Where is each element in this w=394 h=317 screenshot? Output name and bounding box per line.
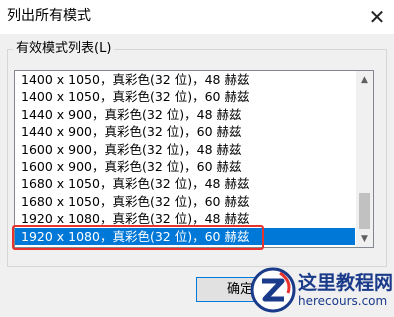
list-item[interactable]: 1440 x 900，真彩色(32 位)，48 赫兹 bbox=[15, 106, 355, 123]
z-logo-icon bbox=[250, 267, 296, 313]
list-item[interactable]: 1440 x 900，真彩色(32 位)，60 赫兹 bbox=[15, 123, 355, 140]
list-item[interactable]: 1920 x 1080，真彩色(32 位)，48 赫兹 bbox=[15, 210, 355, 227]
scroll-down-icon[interactable]: ▼ bbox=[356, 230, 373, 247]
valid-modes-label: 有效模式列表(L) bbox=[13, 40, 115, 58]
modes-listbox[interactable]: 1400 x 1050，真彩色(32 位)，48 赫兹 1400 x 1050，真… bbox=[14, 70, 374, 248]
site-watermark: 这里教程网 herecours.com bbox=[250, 264, 392, 316]
scroll-thumb[interactable] bbox=[359, 193, 370, 229]
vertical-scrollbar[interactable]: ▲ ▼ bbox=[356, 71, 373, 247]
list-item[interactable]: 1400 x 1050，真彩色(32 位)，48 赫兹 bbox=[15, 71, 355, 88]
close-icon[interactable]: ✕ bbox=[360, 0, 394, 34]
watermark-brand: 这里教程网 bbox=[298, 272, 392, 294]
watermark-url: herecours.com bbox=[298, 294, 388, 308]
list-item[interactable]: 1600 x 900，真彩色(32 位)，60 赫兹 bbox=[15, 158, 355, 175]
list-item[interactable]: 1680 x 1050，真彩色(32 位)，60 赫兹 bbox=[15, 193, 355, 210]
title-bar: 列出所有模式 ✕ bbox=[0, 0, 394, 34]
list-item[interactable]: 1680 x 1050，真彩色(32 位)，48 赫兹 bbox=[15, 175, 355, 192]
list-item[interactable]: 1400 x 1050，真彩色(32 位)，60 赫兹 bbox=[15, 88, 355, 105]
modes-list: 1400 x 1050，真彩色(32 位)，48 赫兹 1400 x 1050，真… bbox=[15, 71, 355, 245]
scroll-up-icon[interactable]: ▲ bbox=[356, 71, 373, 88]
list-all-modes-dialog: 列出所有模式 ✕ 有效模式列表(L) 1400 x 1050，真彩色(32 位)… bbox=[0, 0, 394, 317]
list-item-selected[interactable]: 1920 x 1080，真彩色(32 位)，60 赫兹 bbox=[15, 227, 355, 245]
dialog-title: 列出所有模式 bbox=[7, 8, 91, 24]
list-item[interactable]: 1600 x 900，真彩色(32 位)，48 赫兹 bbox=[15, 141, 355, 158]
